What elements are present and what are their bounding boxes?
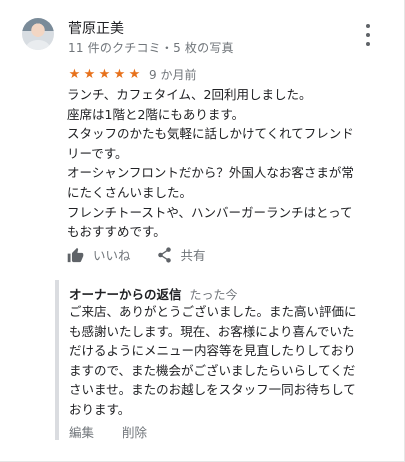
star-icon: ★ [128, 67, 141, 82]
review-line: もおすすめです。 [67, 224, 166, 240]
avatar[interactable] [22, 18, 54, 50]
review-line: スタッフのかたも気軽に話しかけてくれてフレンド [67, 126, 354, 142]
share-label: 共有 [180, 248, 206, 263]
edit-reply-button[interactable]: 編集 [69, 422, 94, 441]
review-line: リーです。 [67, 145, 128, 161]
delete-reply-button[interactable]: 削除 [122, 422, 147, 441]
reply-title: オーナーからの返信 [69, 287, 182, 302]
like-label: いいね [93, 248, 131, 263]
star-icon: ★ [98, 67, 111, 82]
like-button[interactable]: いいね [67, 245, 131, 264]
avatar-figure [26, 40, 50, 50]
review-date: 9 か月前 [149, 68, 197, 82]
thumb-up-icon [67, 247, 84, 263]
star-icon: ★ [68, 67, 81, 82]
review-line: にたくさんいました。 [67, 184, 193, 200]
reply-line: さいませ。またのお越しをスタッフ一同お待ちして [69, 382, 356, 398]
share-button[interactable]: 共有 [157, 245, 206, 264]
rating-row: ★ ★ ★ ★ ★ 9 か月前 [67, 66, 197, 83]
reviewer-meta: 11 件のクチコミ・5 枚の写真 [68, 41, 234, 55]
reply-line: おります。 [69, 401, 131, 417]
review-line: オーシャンフロントだから？外国人なお客さまが常 [67, 165, 354, 181]
share-icon [157, 246, 172, 263]
review-actions: いいね 共有 [67, 245, 206, 264]
review-line: ランチ、カフェタイム、2回利用しました。 [67, 87, 312, 102]
review-line: 座席は1階と2階にもあります。 [67, 106, 245, 122]
reply-time: たった今 [189, 288, 238, 302]
menu-dot [366, 33, 370, 37]
reply-text: ご来店、ありがとうございました。また高い評価に も感謝いたします。現在、お客様に… [69, 302, 387, 420]
star-icon: ★ [83, 67, 96, 82]
review-line: フレンチトーストや、ハンバーガーランチはとって [67, 204, 353, 220]
menu-dot [366, 24, 370, 28]
reply-line: だけるようにメニュー内容等を見直したりしており [69, 343, 356, 359]
star-icon: ★ [113, 67, 126, 82]
owner-reply: オーナーからの返信 たった今 ご来店、ありがとうございました。また高い評価に も感… [55, 280, 385, 440]
review-card: 菅原正美 11 件のクチコミ・5 枚の写真 ★ ★ ★ ★ ★ 9 か月前 ランチ、カフ… [0, 0, 405, 462]
reply-actions: 編集 削除 [69, 422, 147, 441]
more-vert-icon[interactable] [364, 24, 372, 46]
review-text: ランチ、カフェタイム、2回利用しました。 座席は1階と2階にもあります。 スタッ… [67, 85, 382, 242]
reply-line: ご来店、ありがとうございました。また高い評価に [69, 304, 357, 319]
reply-header: オーナーからの返信 たった今 [69, 284, 238, 303]
reviewer-name[interactable]: 菅原正美 [68, 18, 124, 38]
menu-dot [366, 42, 370, 46]
reply-line: ますので、また機会がございましたらいらしてくだ [69, 362, 356, 378]
reply-line: も感謝いたします。現在、お客様により喜んでいた [69, 323, 355, 339]
star-rating: ★ ★ ★ ★ ★ [67, 67, 142, 82]
